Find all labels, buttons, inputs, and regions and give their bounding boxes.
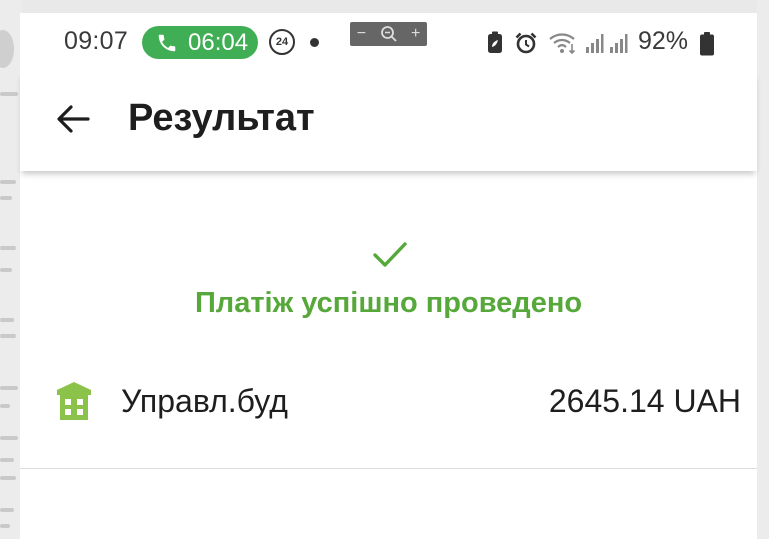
background-blur-line	[0, 524, 10, 528]
zoom-out-button[interactable]: −	[357, 26, 366, 42]
payment-success-message: Платіж успішно проведено	[194, 287, 583, 319]
back-button[interactable]	[50, 99, 96, 139]
checkmark-icon	[373, 242, 407, 267]
background-blur-line	[0, 318, 14, 322]
background-blur-line	[0, 508, 14, 512]
background-right-edge	[757, 0, 769, 539]
battery-icon	[700, 32, 714, 56]
background-blur-line	[0, 386, 18, 390]
alarm-icon	[515, 32, 537, 54]
background-app-strip	[0, 0, 22, 539]
notification-badge-icon: 24	[269, 29, 295, 55]
call-duration: 06:04	[188, 28, 249, 56]
more-notifications-dot	[310, 38, 319, 47]
phone-screen: 09:07 06:04 24 − + 92% Результат Платіж …	[20, 13, 757, 539]
background-blur-line	[0, 436, 18, 440]
background-blur-shape	[0, 30, 14, 68]
ongoing-call-chip[interactable]: 06:04	[142, 26, 258, 59]
payee-name: Управл.буд	[121, 383, 288, 419]
battery-percent: 92%	[638, 27, 689, 55]
background-blur-line	[0, 404, 10, 408]
magnifier-icon	[380, 26, 397, 42]
app-bar: Результат	[20, 71, 757, 171]
building-icon	[57, 382, 91, 420]
background-blur-line	[0, 196, 12, 200]
payment-row[interactable]: Управл.буд 2645.14 UAH	[20, 369, 757, 469]
signal-icon	[610, 34, 628, 53]
status-icons	[486, 30, 628, 56]
signal-icon	[586, 34, 604, 53]
battery-saver-icon	[488, 31, 502, 53]
wifi-icon	[549, 33, 576, 55]
payment-amount: 2645.14 UAH	[548, 383, 741, 419]
background-blur-line	[0, 92, 18, 96]
background-blur-line	[0, 334, 16, 338]
background-blur-line	[0, 476, 16, 480]
background-blur-line	[0, 180, 16, 184]
background-blur-line	[0, 268, 12, 272]
arrow-left-icon	[57, 105, 90, 133]
notification-badge-count: 24	[275, 36, 289, 48]
background-blur-line	[0, 458, 14, 462]
background-blur-line	[0, 246, 16, 250]
status-bar: 09:07 06:04 24 − + 92%	[20, 13, 757, 71]
phone-call-icon	[158, 34, 176, 51]
zoom-in-button[interactable]: +	[411, 26, 420, 42]
status-time: 09:07	[64, 27, 129, 55]
page-title: Результат	[128, 97, 315, 139]
zoom-control[interactable]: − +	[350, 22, 427, 46]
